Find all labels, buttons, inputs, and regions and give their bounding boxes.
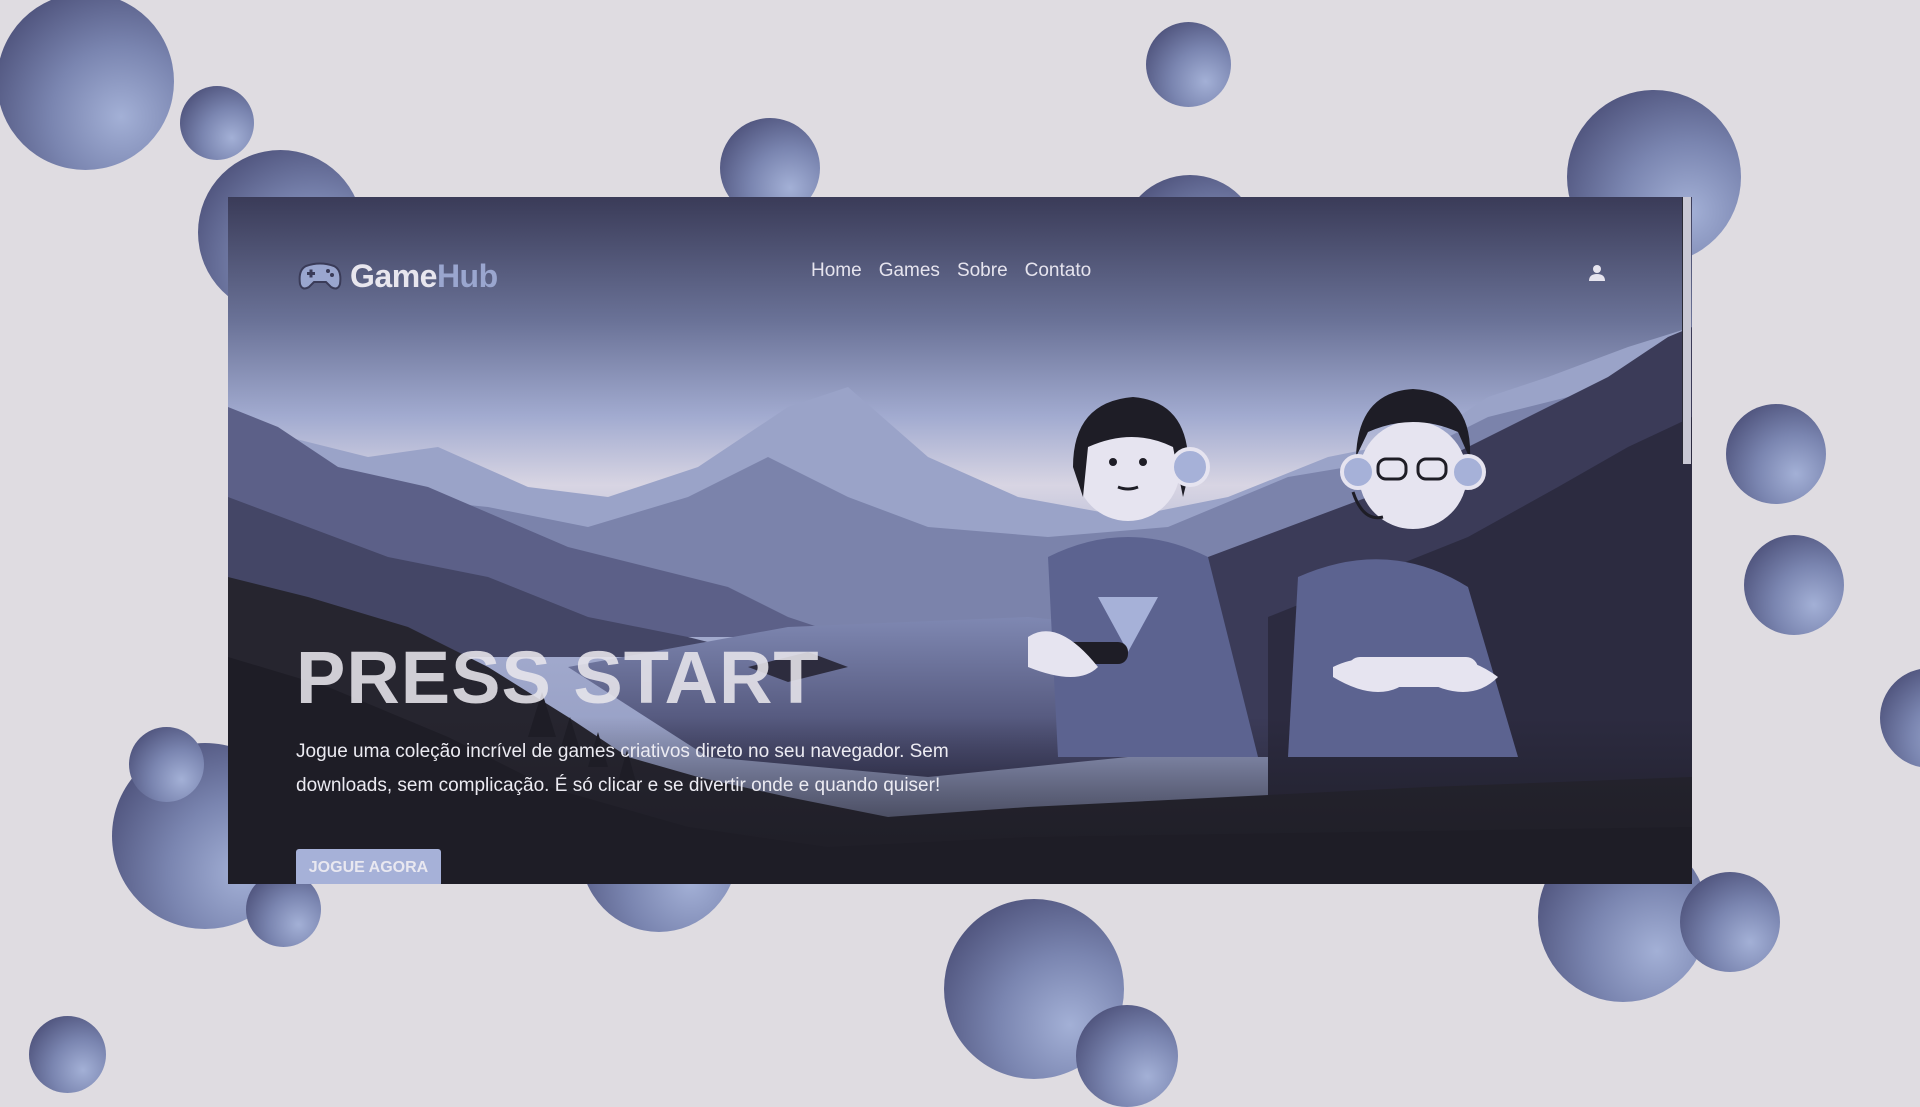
hero-title: PRESS START	[296, 636, 820, 719]
bubble	[1726, 404, 1826, 504]
gamepad-icon	[298, 262, 342, 290]
bubble	[1680, 872, 1780, 972]
nav-item-contato[interactable]: Contato	[1025, 260, 1092, 282]
bubble	[1880, 668, 1920, 768]
nav-item-games[interactable]: Games	[879, 260, 940, 282]
main-nav: Home Games Sobre Contato	[811, 260, 1091, 282]
bubble	[29, 1016, 106, 1093]
brand-logo[interactable]: GameHub	[298, 256, 498, 296]
bubble	[180, 86, 254, 160]
brand-name: GameHub	[350, 257, 498, 294]
play-now-button[interactable]: JOGUE AGORA	[296, 849, 441, 884]
nav-item-home[interactable]: Home	[811, 260, 862, 282]
user-icon	[1589, 265, 1605, 281]
bubble	[0, 0, 174, 170]
site-header: GameHub Home Games Sobre Contato	[228, 197, 1692, 294]
user-account-button[interactable]	[1586, 262, 1608, 284]
hero-description: Jogue uma coleção incrível de games cria…	[296, 741, 949, 796]
bubble	[1744, 535, 1844, 635]
bubble	[1146, 22, 1231, 107]
bubble	[129, 727, 204, 802]
bubble	[1076, 1005, 1178, 1107]
scrollbar[interactable]	[1682, 197, 1691, 464]
site-window: GameHub Home Games Sobre Contato PRESS S…	[228, 197, 1692, 884]
nav-item-sobre[interactable]: Sobre	[957, 260, 1008, 282]
